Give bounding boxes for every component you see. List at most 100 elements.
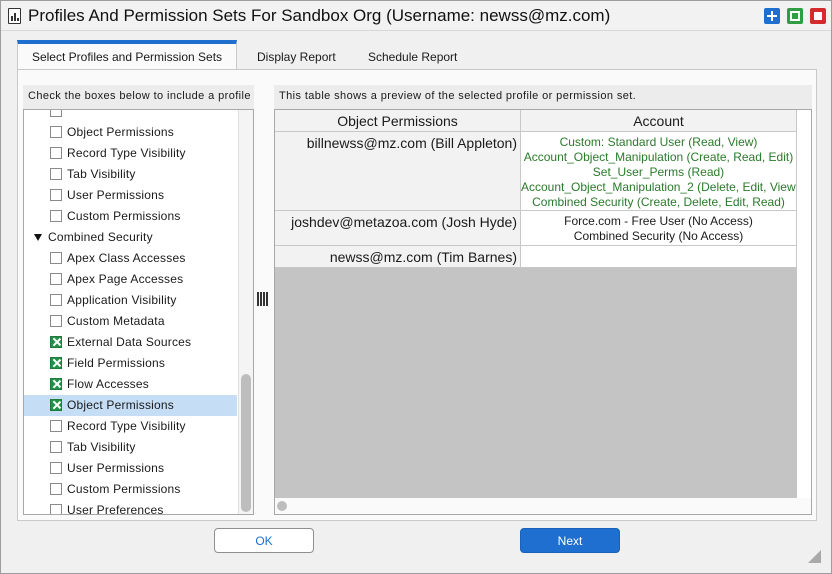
preview-table[interactable]: Object Permissions Account billnewss@mz.co… bbox=[274, 109, 812, 515]
checkbox[interactable] bbox=[50, 462, 62, 474]
table-row-user: newss@mz.com (Tim Barnes) bbox=[275, 246, 521, 268]
splitter-handle[interactable] bbox=[257, 292, 269, 306]
close-button[interactable] bbox=[810, 8, 826, 24]
tree-item-label: Custom Permissions bbox=[67, 482, 181, 496]
checkbox[interactable] bbox=[50, 273, 62, 285]
tree-item[interactable]: Custom Permissions bbox=[24, 479, 237, 500]
tree-item-label: Tab Visibility bbox=[67, 440, 136, 454]
table-horizontal-scrollbar[interactable] bbox=[275, 498, 811, 514]
checkbox[interactable] bbox=[50, 336, 62, 348]
permission-line: Combined Security (Create, Delete, Edit,… bbox=[532, 195, 785, 209]
report-icon bbox=[8, 8, 21, 24]
tree-item-label: Combined Security bbox=[48, 230, 153, 244]
checkbox[interactable] bbox=[50, 147, 62, 159]
permission-line: Combined Security (No Access) bbox=[573, 229, 744, 243]
tree-group[interactable]: Combined Security bbox=[24, 227, 237, 248]
tree-item[interactable]: Custom Permissions bbox=[24, 206, 237, 227]
next-button[interactable]: Next bbox=[520, 528, 620, 553]
checkbox[interactable] bbox=[50, 252, 62, 264]
permission-line: Set_User_Perms (Read) bbox=[592, 165, 725, 179]
checkbox[interactable] bbox=[50, 294, 62, 306]
window-title: Profiles And Permission Sets For Sandbox… bbox=[28, 6, 611, 25]
tree-item-label: Object Permissions bbox=[67, 125, 174, 139]
tree-item[interactable]: External Data Sources bbox=[24, 332, 237, 353]
checkbox[interactable] bbox=[50, 315, 62, 327]
permission-line: Account_Object_Manipulation_2 (Delete, E… bbox=[521, 180, 797, 194]
tree-item[interactable]: Flow Accesses bbox=[24, 374, 237, 395]
tree-item-label: Apex Page Accesses bbox=[67, 272, 184, 286]
tree-item[interactable]: Apex Class Accesses bbox=[24, 248, 237, 269]
tree-item[interactable]: User Permissions bbox=[24, 185, 237, 206]
table-row-user: joshdev@metazoa.com (Josh Hyde) bbox=[275, 211, 521, 246]
restore-button[interactable] bbox=[787, 8, 803, 24]
checkbox[interactable] bbox=[50, 504, 62, 514]
table-row-user: billnewss@mz.com (Bill Appleton) bbox=[275, 132, 521, 211]
tree-item-label: Application Visibility bbox=[67, 293, 177, 307]
tree-item[interactable]: Custom Metadata bbox=[24, 311, 237, 332]
column-header: Object Permissions bbox=[275, 110, 521, 132]
column-header: Account bbox=[521, 110, 797, 132]
permission-line: Account_Object_Manipulation (Create, Rea… bbox=[523, 150, 794, 164]
tree-item[interactable]: Tab Visibility bbox=[24, 437, 237, 458]
tree-item[interactable]: Record Type Visibility bbox=[24, 143, 237, 164]
tree-item[interactable]: Apex Page Accesses bbox=[24, 269, 237, 290]
checkbox[interactable] bbox=[50, 210, 62, 222]
tab-select-profiles[interactable]: Select Profiles and Permission Sets bbox=[17, 40, 237, 70]
preview-panel: This table shows a preview of the select… bbox=[274, 85, 812, 515]
tree-item-label: External Data Sources bbox=[67, 335, 192, 349]
tab-schedule-report[interactable]: Schedule Report bbox=[368, 40, 457, 70]
tree-item-label: Custom Metadata bbox=[67, 314, 165, 328]
title-bar[interactable]: Profiles And Permission Sets For Sandbox… bbox=[1, 1, 831, 31]
tree-item-label: User Permissions bbox=[67, 188, 165, 202]
tree-item-label: User Preferences bbox=[67, 503, 164, 515]
preview-description: This table shows a preview of the select… bbox=[274, 85, 812, 109]
checkbox[interactable] bbox=[50, 110, 62, 117]
tree-vertical-scrollbar[interactable] bbox=[238, 110, 253, 514]
tree-item[interactable]: User Preferences bbox=[24, 500, 237, 515]
maximize-button[interactable] bbox=[764, 8, 780, 24]
checkbox[interactable] bbox=[50, 420, 62, 432]
app-window: Profiles And Permission Sets For Sandbox… bbox=[0, 0, 832, 574]
permission-line: Force.com - Free User (No Access) bbox=[564, 214, 753, 228]
tree-item-label: Flow Accesses bbox=[67, 377, 149, 391]
table-scroll-thumb[interactable] bbox=[277, 501, 287, 511]
resize-grip-icon[interactable] bbox=[807, 549, 821, 563]
tree-item-label: Record Type Visibility bbox=[67, 146, 186, 160]
tree-item-label: Record Type Visibility bbox=[67, 419, 186, 433]
selection-panel: Check the boxes below to include a profi… bbox=[23, 85, 254, 515]
checkbox[interactable] bbox=[50, 189, 62, 201]
tab-content: Check the boxes below to include a profi… bbox=[17, 69, 817, 521]
checkbox[interactable] bbox=[50, 399, 62, 411]
permission-line: Custom: Standard User (Read, View) bbox=[559, 135, 758, 149]
checkbox[interactable] bbox=[50, 357, 62, 369]
table-empty-area bbox=[275, 268, 797, 498]
tree-item-label: Object Permissions bbox=[67, 398, 174, 412]
tree-item[interactable]: Object Permissions bbox=[24, 395, 237, 416]
checkbox[interactable] bbox=[50, 441, 62, 453]
tree-item[interactable]: Tab Visibility bbox=[24, 164, 237, 185]
tree-item[interactable]: Application Visibility bbox=[24, 290, 237, 311]
checkbox[interactable] bbox=[50, 483, 62, 495]
tree-item-label: Custom Permissions bbox=[67, 209, 181, 223]
tree-item[interactable]: User Permissions bbox=[24, 458, 237, 479]
tab-display-report[interactable]: Display Report bbox=[257, 40, 336, 70]
tree-item-label: Field Permissions bbox=[67, 356, 166, 370]
checkbox[interactable] bbox=[50, 126, 62, 138]
ok-button[interactable]: OK bbox=[214, 528, 314, 553]
table-row-permissions: Force.com - Free User (No Access) Combine… bbox=[521, 211, 797, 246]
checkbox[interactable] bbox=[50, 168, 62, 180]
tree-item[interactable]: Record Type Visibility bbox=[24, 416, 237, 437]
tree-item[interactable]: Object Permissions bbox=[24, 122, 237, 143]
tree-item-label: User Permissions bbox=[67, 461, 165, 475]
permission-tree[interactable]: Object Permissions Record Type Visibility… bbox=[23, 109, 254, 515]
tree-item[interactable]: Field Permissions bbox=[24, 353, 237, 374]
checkbox[interactable] bbox=[50, 378, 62, 390]
selection-instructions: Check the boxes below to include a profi… bbox=[23, 85, 254, 109]
table-row-permissions: Custom: Standard User (Read, View) Accoun… bbox=[521, 132, 797, 211]
table-row-permissions bbox=[521, 246, 797, 268]
tree-item-label: Apex Class Accesses bbox=[67, 251, 186, 265]
expand-arrow-icon[interactable] bbox=[34, 234, 42, 241]
tree-item-label: Tab Visibility bbox=[67, 167, 136, 181]
tree-scroll-thumb[interactable] bbox=[241, 374, 251, 512]
tree-item[interactable] bbox=[24, 110, 237, 122]
